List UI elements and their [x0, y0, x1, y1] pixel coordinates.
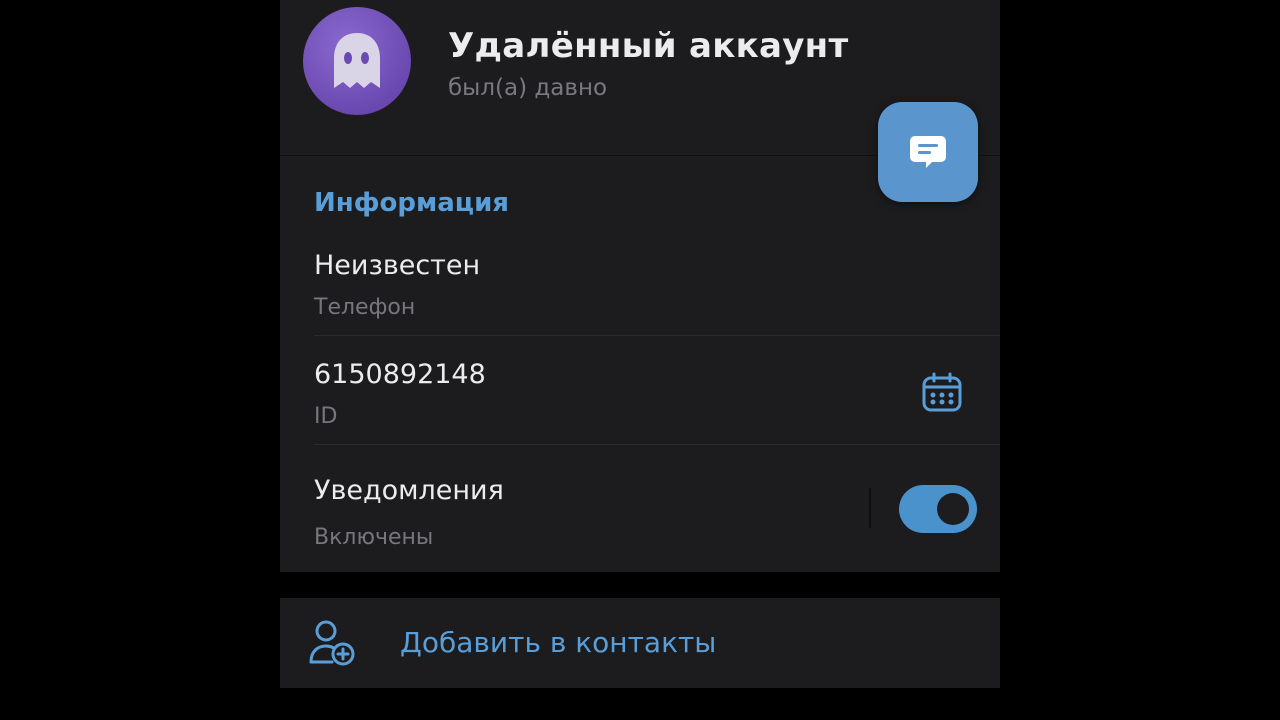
- ghost-icon: [334, 33, 380, 88]
- phone-row[interactable]: Неизвестен Телефон: [280, 240, 1000, 336]
- profile-card: Удалённый аккаунт был(а) давно Информаци…: [280, 0, 1000, 572]
- registration-date-button[interactable]: [920, 370, 964, 414]
- last-seen-status: был(а) давно: [448, 75, 608, 101]
- notifications-toggle[interactable]: [899, 485, 977, 533]
- divider: [314, 335, 1000, 336]
- add-user-icon: [309, 620, 355, 666]
- phone-value: Неизвестен: [314, 250, 481, 281]
- toggle-knob: [937, 493, 969, 525]
- message-icon: [910, 136, 946, 168]
- send-message-button[interactable]: [878, 102, 978, 202]
- section-title-info: Информация: [314, 188, 509, 218]
- avatar[interactable]: [303, 7, 411, 115]
- id-value: 6150892148: [314, 359, 486, 390]
- notifications-row[interactable]: Уведомления Включены: [280, 445, 1000, 572]
- id-row[interactable]: 6150892148 ID: [280, 337, 1000, 444]
- phone-label: Телефон: [314, 295, 416, 320]
- notifications-status: Включены: [314, 525, 434, 550]
- profile-name: Удалённый аккаунт: [448, 26, 849, 66]
- add-to-contacts-button[interactable]: Добавить в контакты: [280, 598, 1000, 688]
- add-to-contacts-label: Добавить в контакты: [400, 626, 717, 659]
- profile-screen: Удалённый аккаунт был(а) давно Информаци…: [280, 0, 1000, 720]
- notifications-title: Уведомления: [314, 475, 504, 506]
- id-label: ID: [314, 404, 338, 429]
- calendar-icon: [922, 372, 962, 412]
- separator: [869, 488, 871, 528]
